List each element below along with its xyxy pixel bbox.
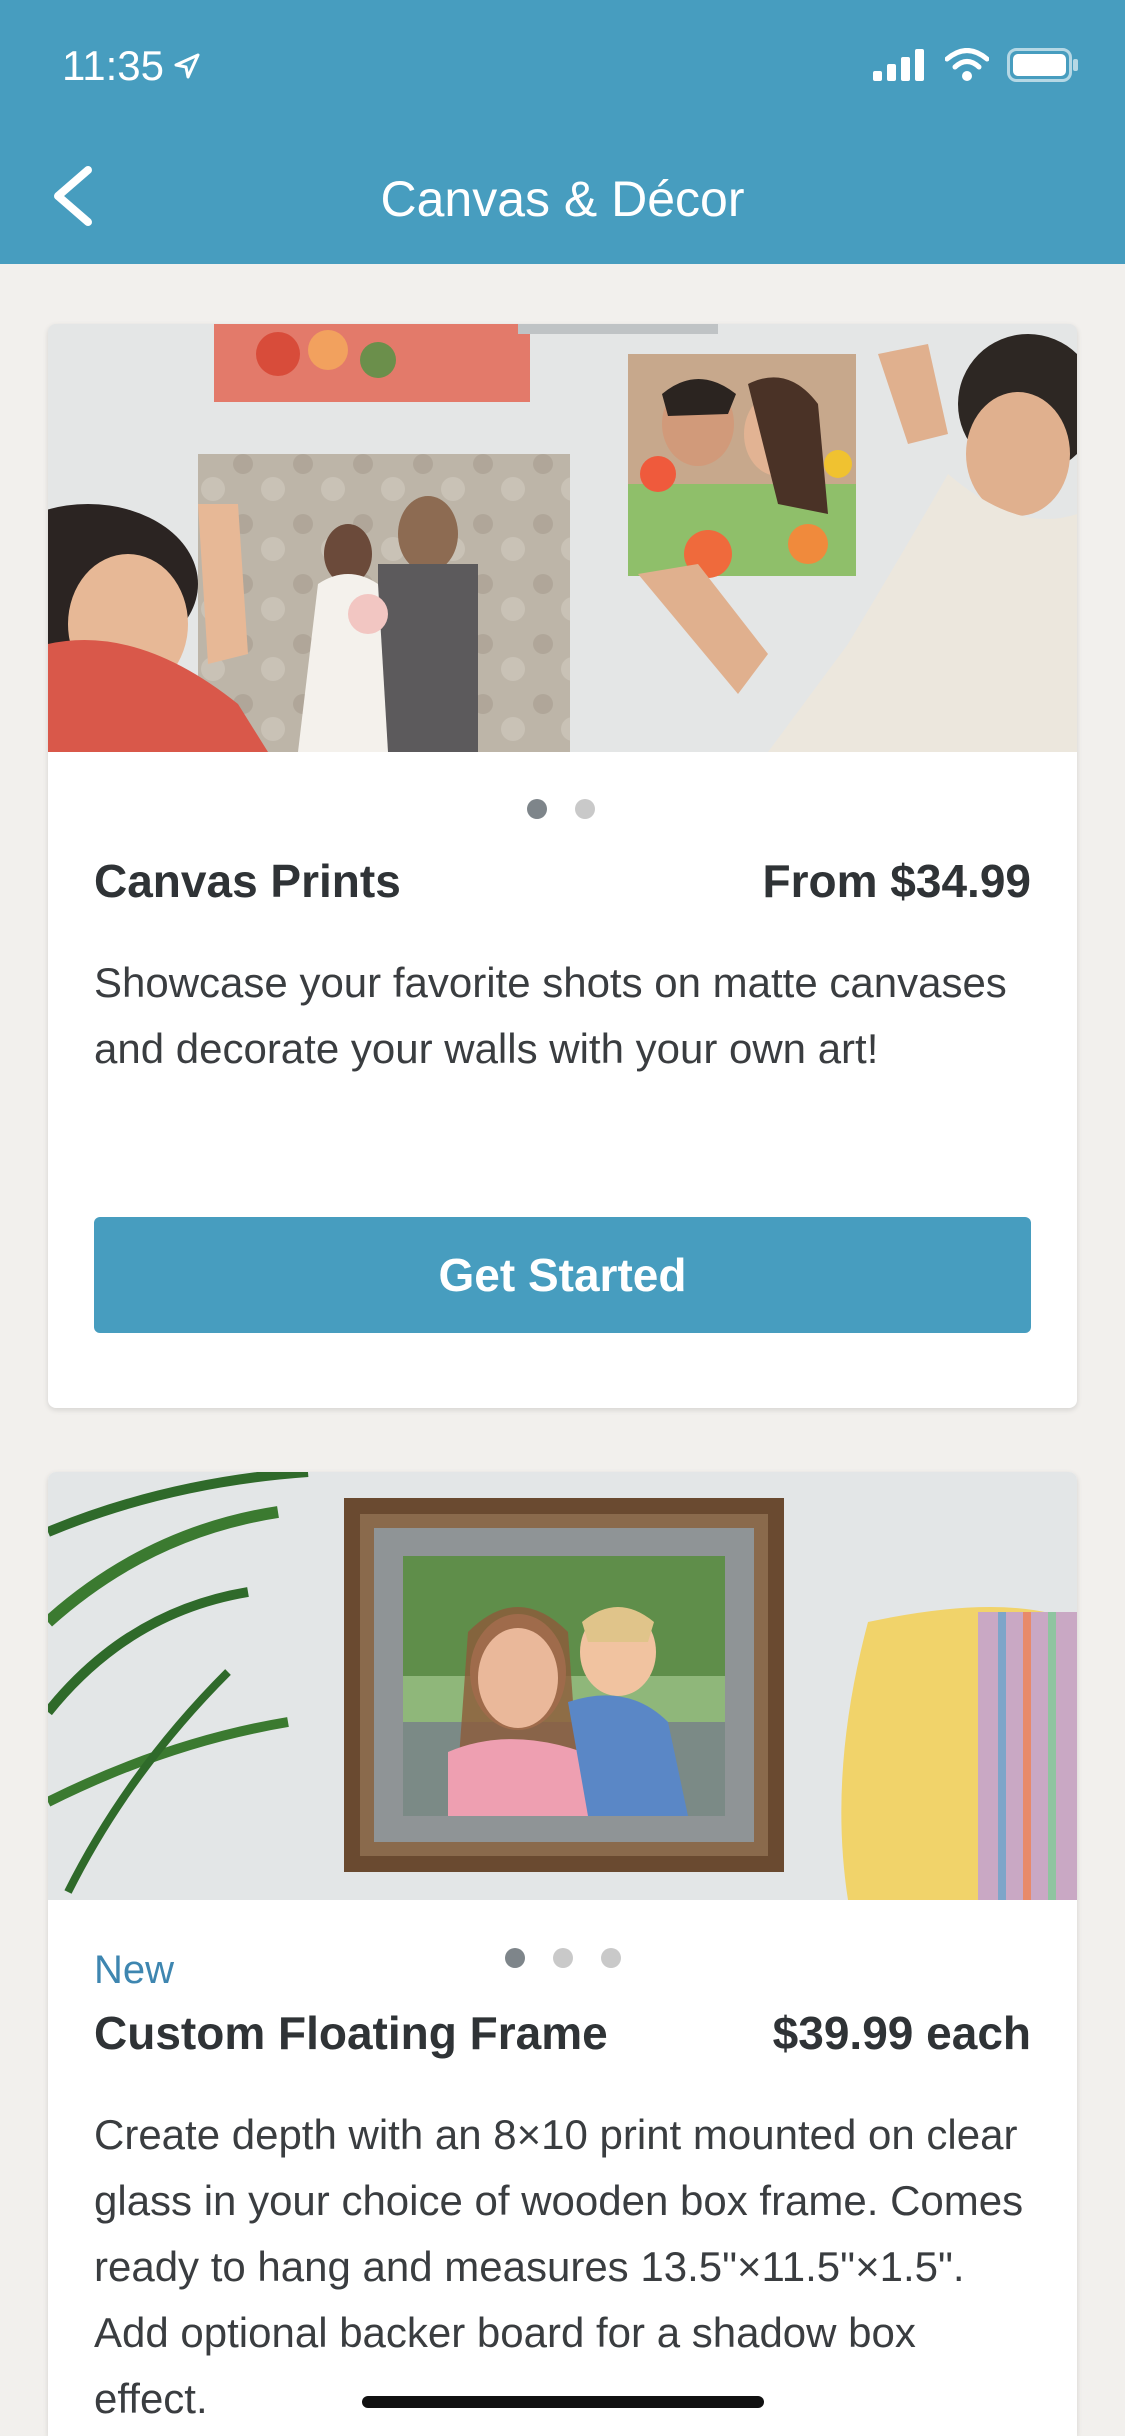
carousel-dot[interactable] [601, 1948, 621, 1968]
cellular-signal-icon [873, 49, 924, 81]
product-card-floating-frame: New Custom Floating Frame $39.99 each Cr… [48, 1472, 1077, 2436]
product-price: From $34.99 [762, 855, 1031, 907]
location-arrow-icon [174, 53, 200, 79]
navigation-header: 11:35 Canvas & Décor [0, 0, 1125, 264]
carousel-dot-active[interactable] [505, 1948, 525, 1968]
status-icons [873, 48, 1079, 82]
product-card-canvas-prints: Canvas Prints From $34.99 Showcase your … [48, 324, 1077, 1408]
wifi-icon [945, 48, 989, 81]
carousel-pagination [505, 1948, 621, 1968]
product-description: Create depth with an 8×10 print mounted … [94, 2111, 1024, 2422]
product-description: Showcase your favorite shots on matte ca… [94, 959, 1007, 1072]
status-time-text: 11:35 [62, 42, 164, 89]
canvas-wall-photo [48, 324, 1077, 752]
product-title: Custom Floating Frame [94, 2007, 608, 2059]
product-image-carousel[interactable] [48, 324, 1077, 752]
product-image-carousel[interactable] [48, 1472, 1077, 1900]
get-started-button[interactable]: Get Started [94, 1217, 1031, 1333]
product-price: $39.99 each [772, 2007, 1031, 2059]
carousel-dot-active[interactable] [527, 799, 547, 819]
battery-icon [1007, 48, 1078, 82]
floating-frame-photo [48, 1472, 1077, 1900]
page-title: Canvas & Décor [380, 171, 745, 227]
new-badge: New [94, 1948, 175, 1992]
carousel-dot[interactable] [553, 1948, 573, 1968]
product-title: Canvas Prints [94, 855, 401, 907]
carousel-dot[interactable] [575, 799, 595, 819]
status-time: 11:35 [62, 42, 202, 90]
home-indicator[interactable] [362, 2396, 764, 2408]
carousel-pagination [527, 799, 595, 819]
